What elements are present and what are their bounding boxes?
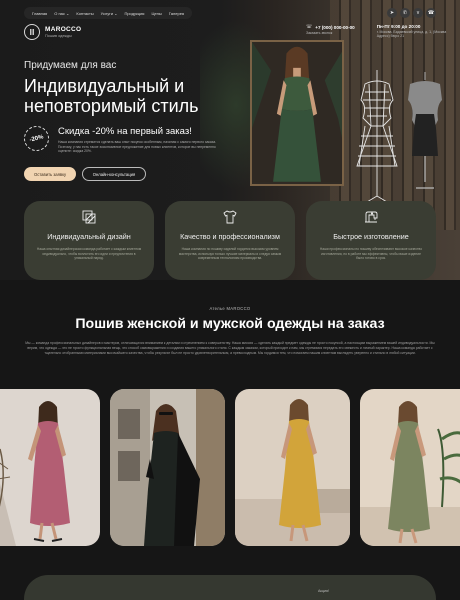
header-contacts: ☏ +7 (000) 000-00-00 Заказать звонок Пн-…: [306, 24, 447, 38]
hero-model-photo: [250, 40, 344, 186]
sewing-machine-icon: [365, 211, 378, 223]
feature-card-design: Индивидуальный дизайн Наша опытная дизай…: [24, 201, 154, 280]
gallery-photo-olive-dress[interactable]: [360, 389, 460, 546]
gallery-photo-mustard-dress[interactable]: [235, 389, 350, 546]
nav-link-home[interactable]: Главная: [32, 11, 47, 16]
phone-icon: ☏: [306, 24, 313, 30]
nav-link-services[interactable]: Услуги ⌄: [101, 11, 118, 16]
black-dress-street-photo: [110, 389, 225, 546]
dark-mannequin-image: [408, 72, 442, 189]
nav-link-products[interactable]: Продукция: [124, 11, 144, 16]
phone-icon[interactable]: ☎: [426, 8, 436, 18]
discount-title: Скидка -20% на первый заказ!: [58, 126, 192, 137]
leave-request-button[interactable]: Оставить заявку: [24, 167, 76, 181]
hours-block: Пн-Пт 9:00 до 20:00 г. Москва, Бадаевски…: [377, 24, 447, 38]
callback-link[interactable]: Заказать звонок: [306, 31, 355, 35]
phone-block: ☏ +7 (000) 000-00-00 Заказать звонок: [306, 24, 355, 38]
column-icon: Ⅲ: [24, 24, 40, 40]
working-hours: Пн-Пт 9:00 до 20:00: [376, 24, 421, 29]
promo-panel: [24, 575, 436, 600]
telegram-icon[interactable]: ➤: [387, 8, 397, 18]
feature-title: Качество и профессионализм: [180, 232, 280, 241]
about-text: Мы — команда профессиональных дизайнеров…: [25, 341, 435, 356]
about-eyebrow: Ателье MAROCCO: [209, 306, 251, 311]
mustard-silk-dress-photo: [235, 389, 350, 546]
feature-title: Индивидуальный дизайн: [47, 232, 131, 241]
brand-subtitle: Пошив одежды: [45, 34, 72, 38]
feature-text: Наши профессионалы по пошиву обеспечиваю…: [319, 247, 423, 261]
wire-mannequin-image: [356, 70, 398, 203]
nav-link-gallery[interactable]: Галерея: [169, 11, 184, 16]
model-green-dress-image: [252, 42, 342, 182]
online-consultation-button[interactable]: Онлайн-консультация: [82, 167, 146, 181]
about-title: Пошив женской и мужской одежды на заказ: [75, 316, 385, 332]
design-layers-icon: [82, 210, 96, 224]
address: г. Москва, Бадаевский улица, д. 1, (Моск…: [376, 30, 447, 39]
feature-title: Быстрое изготовление: [333, 232, 409, 241]
gallery-row: [0, 389, 460, 546]
brand-logo[interactable]: Ⅲ MAROCCO Пошив одежды: [24, 24, 81, 40]
feature-card-speed: Быстрое изготовление Наши профессионалы …: [306, 201, 436, 280]
rose-satin-dress-photo: [0, 389, 100, 546]
nav-menu: Главная О нас ⌄ Контакты Услуги ⌄ Продук…: [24, 7, 193, 19]
gallery-photo-rose-dress[interactable]: [0, 389, 100, 546]
feature-text: Наша опытная дизайнерская команда работа…: [36, 247, 142, 261]
top-navbar: Главная О нас ⌄ Контакты Услуги ⌄ Продук…: [24, 6, 436, 20]
discount-badge: -20%: [21, 123, 52, 154]
hero-title: Индивидуальный и неповторимый стиль: [24, 76, 199, 117]
tshirt-icon: [223, 210, 237, 224]
hero-eyebrow: Придумаем для вас: [24, 60, 117, 71]
promo-label: Акция!: [318, 589, 329, 593]
features-row: Индивидуальный дизайн Наша опытная дизай…: [24, 201, 436, 280]
nav-link-prices[interactable]: Цены: [151, 11, 161, 16]
whatsapp-icon[interactable]: ✆: [400, 8, 410, 18]
social-links: ➤ ✆ ᴠ ☎: [387, 8, 436, 18]
feature-text: Наша компания по пошиву изделий гордится…: [178, 247, 282, 261]
chevron-down-icon: ⌄: [66, 10, 70, 16]
vk-icon[interactable]: ᴠ: [413, 8, 423, 18]
brand-name: MAROCCO: [45, 26, 82, 33]
discount-text: Наша компания стремится сделать ваш опыт…: [58, 140, 217, 154]
feature-card-quality: Качество и профессионализм Наша компания…: [165, 201, 295, 280]
gallery-photo-black-dress[interactable]: [110, 389, 225, 546]
phone-number[interactable]: +7 (000) 000-00-00: [315, 25, 354, 30]
nav-link-contacts[interactable]: Контакты: [76, 11, 93, 16]
chevron-down-icon: ⌄: [114, 10, 118, 16]
olive-slip-dress-photo: [360, 389, 460, 546]
nav-link-about[interactable]: О нас ⌄: [54, 11, 69, 16]
